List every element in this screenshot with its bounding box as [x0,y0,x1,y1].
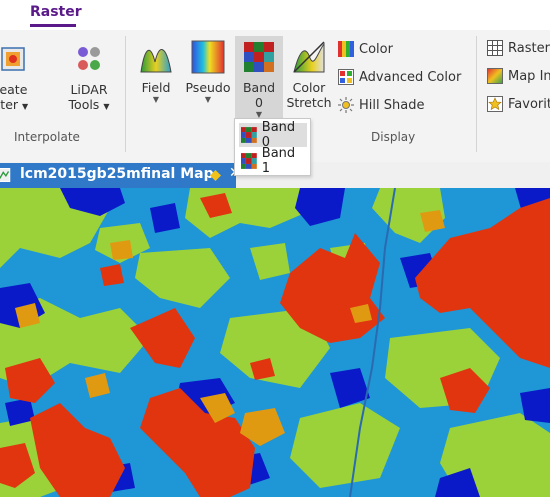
create-raster-label-1: reate [0,82,28,97]
raster-grid-icon [487,40,503,56]
display-group-label: Display [371,130,416,144]
group-separator [125,36,126,152]
land-cover-raster [0,188,550,497]
create-raster-label-2: ster ▼ [0,97,36,114]
create-raster-label-2-text: ster [0,97,19,112]
pseudo-label: Pseudo [185,80,231,95]
band-option-1[interactable]: Band 1 [239,146,307,176]
band-icon [241,127,257,143]
advanced-color-button[interactable]: Advanced Color [338,69,461,85]
hill-shade-label: Hill Shade [359,97,425,113]
create-raster-button[interactable]: reate ster ▼ [0,42,36,114]
band-icon [244,42,274,72]
hill-shade-icon [338,97,354,113]
map-info-button[interactable]: Map In [487,68,550,84]
field-icon [140,49,172,73]
band-label-2: 0 [255,95,263,110]
favorites-star-icon [487,96,503,112]
hill-shade-button[interactable]: Hill Shade [338,97,424,113]
chevron-down-icon: ▼ [103,102,110,111]
interpolate-group-label: Interpolate [14,130,80,144]
tab-raster[interactable]: Raster [30,4,82,20]
ribbon-tab-strip: Raster [0,0,550,30]
advanced-color-label: Advanced Color [359,69,462,85]
band-label-1: Band [242,80,276,95]
color-stretch-button[interactable]: Color Stretch [286,40,332,110]
field-label: Field [141,80,171,95]
pseudo-button[interactable]: Pseudo ▼ [184,40,232,105]
color-label: Color [359,41,393,57]
map-document-tab[interactable]: lcm2015gb25mfinal Map ✕ [0,163,241,188]
diamond-pin-icon[interactable] [210,170,221,181]
lidar-tools-label-1: LiDAR [70,82,108,97]
color-stretch-label-2: Stretch [286,95,332,110]
lidar-tools-label-2: Tools ▼ [56,97,122,114]
tab-active-indicator [30,24,76,27]
color-stretch-icon [293,41,325,73]
lidar-tools-label-2-text: Tools [68,97,100,112]
pseudo-color-icon [191,40,225,74]
color-icon [338,41,354,57]
band-option-1-label: Band 1 [261,146,296,176]
band-option-0[interactable]: Band 0 [239,120,307,150]
lidar-tools-icon [78,47,100,70]
band-icon [241,153,257,169]
band-dropdown: Band 0 Band 1 [234,118,311,176]
color-stretch-label-1: Color [292,80,326,95]
lidar-tools-button[interactable]: LiDAR Tools ▼ [56,42,122,114]
color-button[interactable]: Color [338,41,393,57]
map-info-icon [487,68,503,84]
map-view[interactable] [0,188,550,497]
map-icon [0,168,11,182]
chevron-down-icon: ▼ [152,95,160,104]
map-info-label: Map In [508,68,550,84]
favorites-button[interactable]: Favorit [487,96,550,112]
raster-properties-button[interactable]: Raster [487,40,550,56]
advanced-color-icon [338,69,354,85]
raster-label: Raster [508,40,550,56]
field-button[interactable]: Field ▼ [135,40,177,105]
chevron-down-icon: ▼ [204,95,212,104]
group-separator [476,36,477,152]
map-tab-title: lcm2015gb25mfinal Map [20,166,214,182]
favorites-label: Favorit [508,96,550,112]
create-raster-icon [1,47,25,71]
band-button[interactable]: Band 0 ▼ [235,40,283,120]
chevron-down-icon: ▼ [22,102,29,111]
